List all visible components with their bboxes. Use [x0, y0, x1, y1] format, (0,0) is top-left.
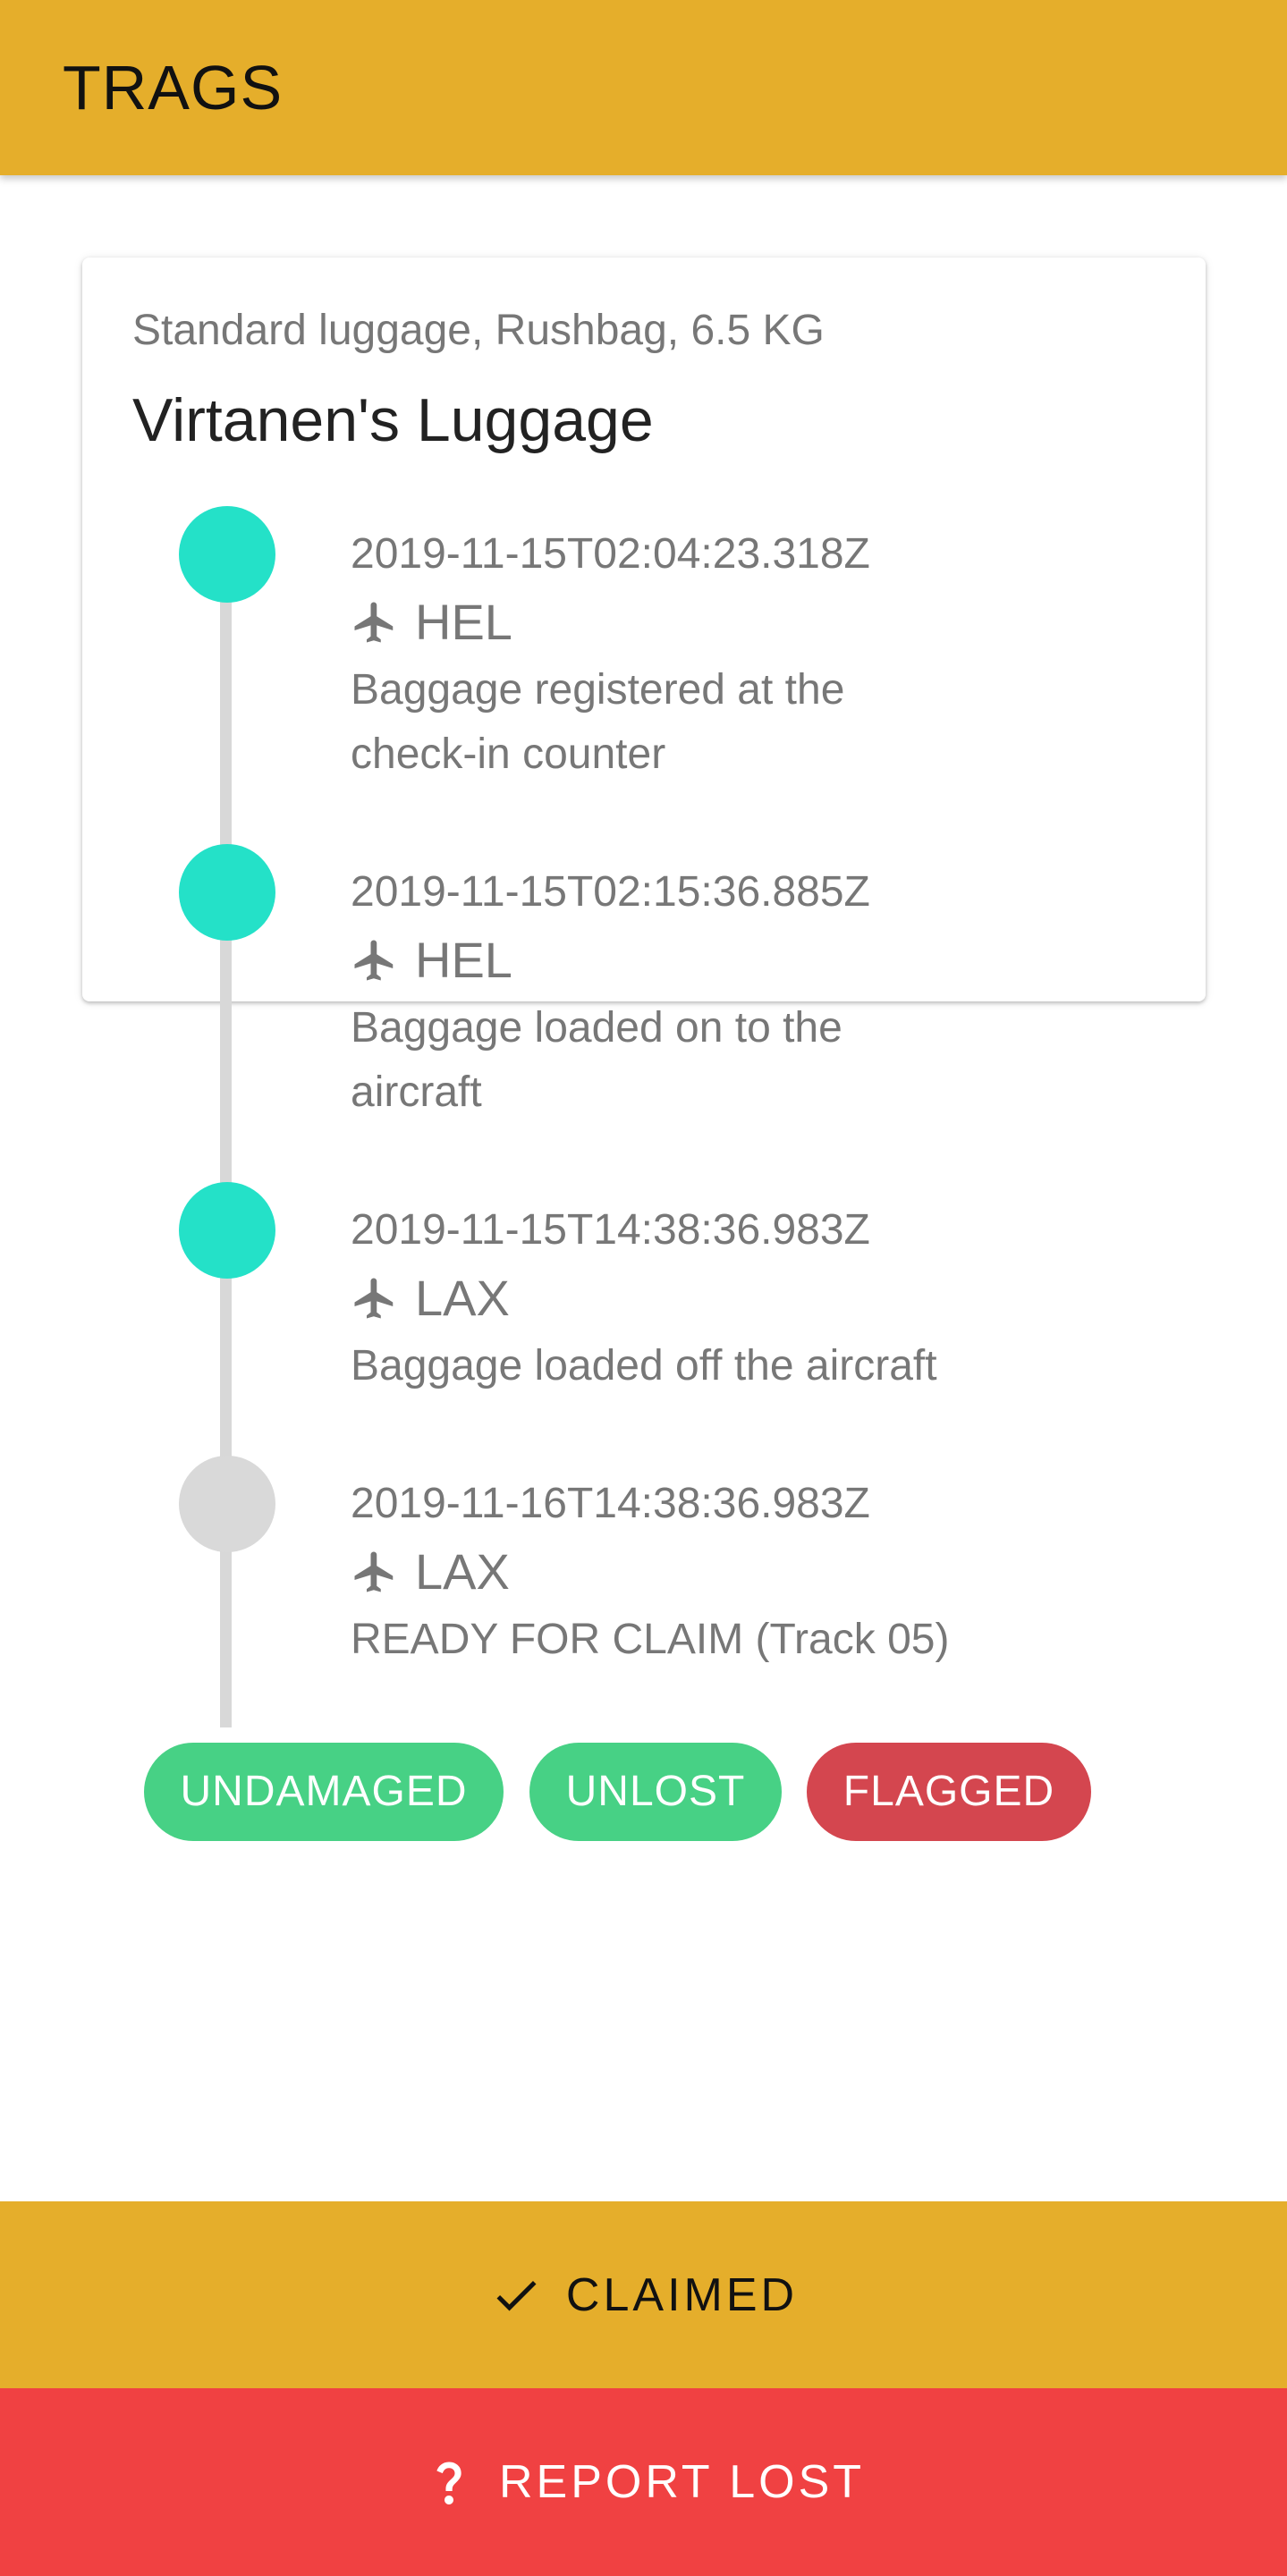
airplane-icon — [354, 1551, 394, 1592]
chip-flagged: FLAGGED — [807, 1743, 1091, 1841]
check-icon — [496, 2280, 537, 2310]
airplane-icon — [354, 940, 394, 981]
event-timestamp: 2019-11-15T02:15:36.885Z — [351, 868, 870, 916]
report-lost-button[interactable]: REPORT LOST — [0, 2388, 1287, 2576]
timeline-event: 2019-11-15T02:15:36.885Z HEL Baggage loa… — [351, 867, 995, 1125]
timeline-event: 2019-11-15T02:04:23.318Z HEL Baggage reg… — [351, 529, 995, 787]
question-mark-icon — [436, 2462, 461, 2504]
app-bar: TRAGS — [0, 0, 1287, 175]
event-location: LAX — [351, 1543, 995, 1600]
app-title: TRAGS — [63, 53, 284, 122]
airplane-icon — [354, 1278, 394, 1319]
claimed-label: CLAIMED — [565, 2268, 799, 2321]
event-timestamp: 2019-11-16T14:38:36.983Z — [351, 1480, 870, 1527]
timeline-dot — [179, 1456, 275, 1552]
timeline-dot — [179, 844, 275, 941]
event-description: Baggage loaded off the aircraft — [351, 1342, 937, 1389]
timeline-dot — [179, 506, 275, 603]
report-lost-label: REPORT LOST — [498, 2456, 866, 2508]
event-location: HEL — [351, 932, 995, 989]
chip-undamaged: UNDAMAGED — [144, 1743, 504, 1841]
luggage-title: Virtanen's Luggage — [132, 386, 654, 454]
location-code: LAX — [415, 1270, 510, 1326]
location-code: HEL — [415, 594, 512, 650]
timeline-dot — [179, 1182, 275, 1279]
timeline-event: 2019-11-16T14:38:36.983Z LAX READY FOR C… — [351, 1479, 995, 1672]
event-location: LAX — [351, 1270, 995, 1327]
location-code: HEL — [415, 932, 512, 988]
event-timestamp: 2019-11-15T14:38:36.983Z — [351, 1206, 870, 1254]
event-description: Baggage registered at the check-in count… — [351, 666, 845, 778]
chip-unlost: UNLOST — [529, 1743, 782, 1841]
luggage-subtitle: Standard luggage, Rushbag, 6.5 KG — [132, 307, 825, 354]
event-description: READY FOR CLAIM (Track 05) — [351, 1616, 950, 1663]
timeline-event: 2019-11-15T14:38:36.983Z LAX Baggage loa… — [351, 1205, 995, 1398]
claimed-button[interactable]: CLAIMED — [0, 2201, 1287, 2388]
event-location: HEL — [351, 594, 995, 651]
event-description: Baggage loaded on to the aircraft — [351, 1004, 842, 1116]
event-timestamp: 2019-11-15T02:04:23.318Z — [351, 530, 870, 578]
location-code: LAX — [415, 1543, 510, 1600]
airplane-icon — [354, 602, 394, 643]
